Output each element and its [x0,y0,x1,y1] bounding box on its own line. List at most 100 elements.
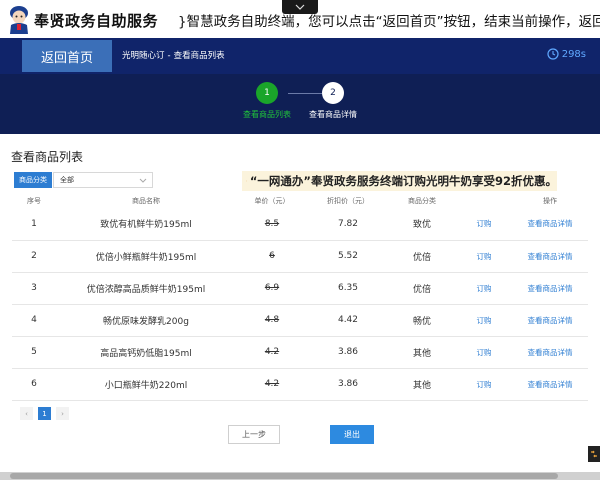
breadcrumb-separator: - [167,51,171,61]
row-index: 4 [12,304,56,337]
top-bar: 奉贤政务自助服务 }智慧政务自助终端，您可以点击“返回首页”按钮，结束当前操作，… [0,0,600,38]
pagination: ‹ 1 › [20,407,69,420]
row-index: 5 [12,336,56,369]
discount-price: 3.86 [308,336,388,369]
view-detail-link[interactable]: 查看商品详情 [528,316,573,325]
column-header: 序号 [27,197,41,205]
goods-table: 序号 商品名称 单价（元） 折扣价（元） 商品分类 操作 1 致优有机鲜牛奶19… [12,194,588,401]
countdown-timer: 298s [547,48,586,60]
order-link[interactable]: 订购 [477,316,492,325]
order-link[interactable]: 订购 [477,284,492,293]
table-row: 5 高品高钙奶低脂195ml 4.2 3.86 其他 订购 查看商品详情 [12,336,588,369]
order-cell: 订购 [456,272,512,305]
next-page-button[interactable]: › [56,407,69,420]
table-row: 4 畅优原味发酵乳200g 4.8 4.42 畅优 订购 查看商品详情 [12,304,588,337]
mascot-logo-icon [6,4,32,34]
view-detail-link[interactable]: 查看商品详情 [528,284,573,293]
row-index: 3 [12,272,56,305]
order-link[interactable]: 订购 [477,252,492,261]
previous-step-button[interactable]: 上一步 [228,425,280,444]
chevron-down-icon [139,178,147,183]
discount-price: 7.82 [308,208,388,241]
collapse-toggle[interactable] [282,0,318,14]
row-index: 6 [12,368,56,401]
product-name: 高品高钙奶低脂195ml [56,336,236,369]
order-link[interactable]: 订购 [477,219,492,228]
product-name: 优倍浓醇高品质鲜牛奶195ml [56,272,236,305]
order-cell: 订购 [456,240,512,273]
scrollbar-thumb[interactable] [10,473,558,479]
view-detail-link[interactable]: 查看商品详情 [528,380,573,389]
step-number: 2 [322,82,344,104]
column-header: 折扣价（元） [327,197,369,205]
chevron-down-icon [295,4,305,10]
nav-band: 返回首页 光明随心订 - 查看商品列表 298s [0,38,600,74]
home-button[interactable]: 返回首页 [22,40,112,72]
order-cell: 订购 [456,368,512,401]
notice-marquee: }智慧政务自助终端，您可以点击“返回首页”按钮，结束当前操作，返回开 [178,10,600,30]
detail-cell: 查看商品详情 [512,368,588,401]
original-price: 6.9 [236,272,308,305]
discount-price: 4.42 [308,304,388,337]
detail-cell: 查看商品详情 [512,304,588,337]
info-icon [246,180,247,182]
clock-icon [547,48,559,60]
table-row: 1 致优有机鲜牛奶195ml 8.5 7.82 致优 订购 查看商品详情 [12,208,588,241]
category-select-value: 全部 [60,176,74,184]
page-title: 查看商品列表 [11,150,84,164]
row-index: 1 [12,208,56,241]
notice-marquee-text: }智慧政务自助终端，您可以点击“返回首页”按钮，结束当前操作，返回开 [178,14,600,30]
column-header: 商品分类 [408,197,436,205]
order-link[interactable]: 订购 [477,348,492,357]
order-link[interactable]: 订购 [477,380,492,389]
product-category: 其他 [388,336,456,369]
order-cell: 订购 [456,336,512,369]
order-cell: 订购 [456,304,512,337]
breadcrumb: 光明随心订 - 查看商品列表 [122,49,225,61]
table-row: 3 优倍浓醇高品质鲜牛奶195ml 6.9 6.35 优倍 订购 查看商品详情 [12,272,588,305]
countdown-value: 298s [561,48,586,60]
detail-cell: 查看商品详情 [512,272,588,305]
detail-cell: 查看商品详情 [512,240,588,273]
table-row: 6 小口瓶鲜牛奶220ml 4.2 3.86 其他 订购 查看商品详情 [12,368,588,401]
order-cell: 订购 [456,208,512,241]
product-name: 畅优原味发酵乳200g [56,304,236,337]
breadcrumb-item[interactable]: 光明随心订 [122,51,165,61]
product-name: 致优有机鲜牛奶195ml [56,208,236,241]
app-title: 奉贤政务自助服务 [34,12,159,30]
original-price: 4.2 [236,368,308,401]
step-label: 查看商品详情 [309,110,357,119]
category-filter-label: 商品分类 [14,172,52,188]
view-detail-link[interactable]: 查看商品详情 [528,219,573,228]
horizontal-scrollbar[interactable] [0,472,600,480]
original-price: 4.2 [236,336,308,369]
product-category: 致优 [388,208,456,241]
product-category: 其他 [388,368,456,401]
table-row: 2 优倍小鲜瓶鲜牛奶195ml 6 5.52 优倍 订购 查看商品详情 [12,240,588,273]
promo-banner: “一网通办”奉贤政务服务终端订购光明牛奶享受92折优惠。 [242,171,557,191]
original-price: 4.8 [236,304,308,337]
product-category: 优倍 [388,272,456,305]
category-select[interactable]: 全部 [53,172,153,188]
discount-price: 3.86 [308,368,388,401]
column-header [456,194,512,208]
page-number-button[interactable]: 1 [38,407,51,420]
original-price: 8.5 [236,208,308,241]
breadcrumb-item: 查看商品列表 [173,51,225,61]
exit-button[interactable]: 退出 [330,425,374,444]
row-index: 2 [12,240,56,273]
prev-page-button[interactable]: ‹ [20,407,33,420]
product-category: 优倍 [388,240,456,273]
column-header: 商品名称 [132,197,160,205]
view-detail-link[interactable]: 查看商品详情 [528,348,573,357]
progress-steps: 1 查看商品列表 2 查看商品详情 [0,74,600,134]
column-header: 单价（元） [254,197,290,205]
view-detail-link[interactable]: 查看商品详情 [528,252,573,261]
side-panel-handle[interactable] [588,446,600,462]
product-name: 优倍小鲜瓶鲜牛奶195ml [56,240,236,273]
detail-cell: 查看商品详情 [512,336,588,369]
table-header-row: 序号 商品名称 单价（元） 折扣价（元） 商品分类 操作 [12,194,588,208]
discount-price: 6.35 [308,272,388,305]
step-detail: 2 查看商品详情 [293,82,373,120]
step-number: 1 [256,82,278,104]
